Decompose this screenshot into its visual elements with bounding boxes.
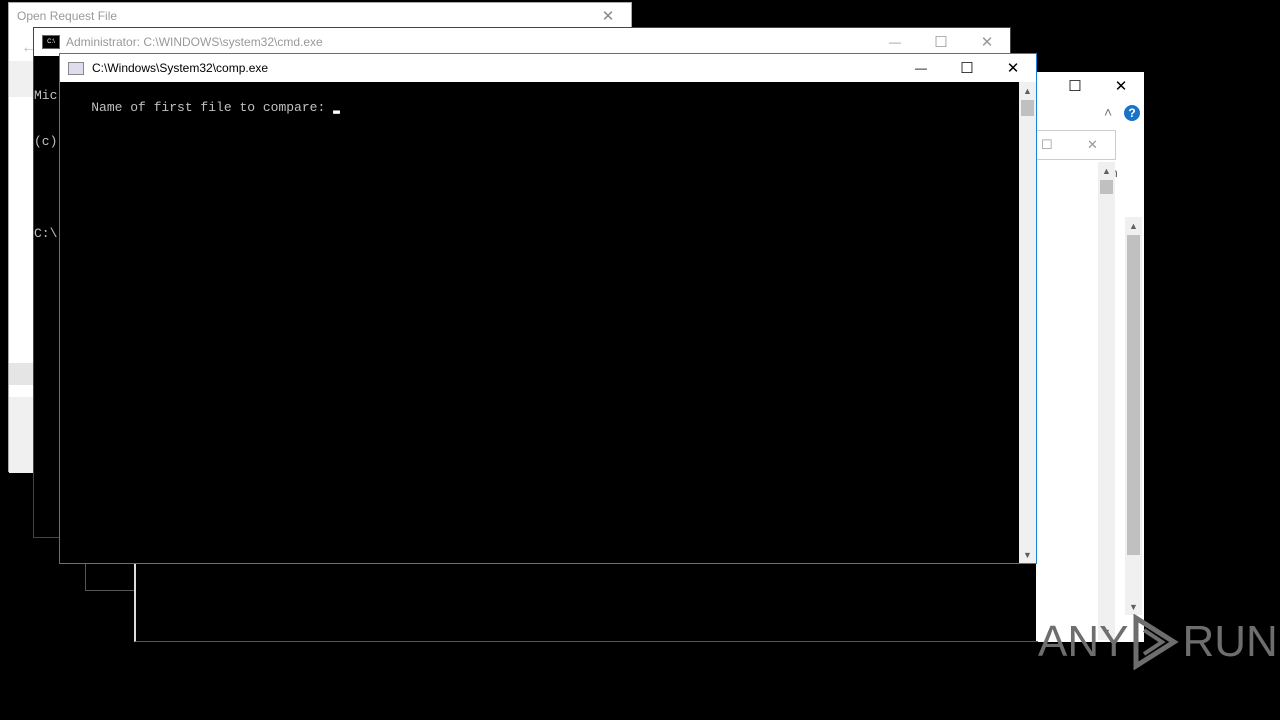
- open-request-title: Open Request File: [17, 9, 118, 23]
- comp-console[interactable]: Name of first file to compare: ▂: [60, 82, 1019, 563]
- cmd-title: Administrator: C:\WINDOWS\system32\cmd.e…: [66, 35, 323, 49]
- close-icon[interactable]: ✕: [585, 3, 631, 29]
- comp-scrollbar[interactable]: ▲ ▼: [1019, 82, 1036, 563]
- scroll-thumb[interactable]: [1100, 180, 1113, 194]
- text-cursor: ▂: [333, 103, 340, 115]
- inner-dialog-window: ☐ ✕ n ▲ ▼: [1036, 130, 1118, 640]
- maximize-icon[interactable]: ☐: [918, 28, 964, 56]
- chevron-up-icon[interactable]: ˄: [1104, 104, 1112, 120]
- maximize-icon[interactable]: ☐: [1041, 137, 1053, 153]
- inner-dialog-titlebar[interactable]: ☐ ✕: [1036, 130, 1116, 160]
- watermark-text-left: ANY: [1038, 617, 1129, 666]
- scroll-up-icon[interactable]: ▲: [1098, 162, 1115, 179]
- cmd-titlebar[interactable]: C:\ Administrator: C:\WINDOWS\system32\c…: [34, 28, 1010, 56]
- scroll-down-icon[interactable]: ▼: [1125, 598, 1142, 615]
- maximize-icon[interactable]: ☐: [1052, 72, 1098, 100]
- comp-title: C:\Windows\System32\comp.exe: [92, 61, 269, 75]
- close-icon[interactable]: ✕: [964, 28, 1010, 56]
- inner-dialog-scrollbar[interactable]: ▲ ▼: [1098, 162, 1115, 640]
- comp-window: C:\Windows\System32\comp.exe — ☐ ✕ Name …: [59, 53, 1037, 564]
- scroll-down-icon[interactable]: ▼: [1019, 546, 1036, 563]
- anyrun-watermark: ANY RUN: [1038, 614, 1278, 670]
- minimize-icon[interactable]: —: [898, 54, 944, 82]
- scroll-thumb[interactable]: [1127, 235, 1140, 555]
- close-icon[interactable]: ✕: [1087, 137, 1098, 153]
- close-icon[interactable]: ✕: [990, 54, 1036, 82]
- play-logo-icon: [1133, 614, 1180, 670]
- background-panel-left: [85, 560, 136, 591]
- close-icon[interactable]: ✕: [1098, 72, 1144, 100]
- comp-prompt: Name of first file to compare:: [91, 100, 334, 115]
- open-request-titlebar[interactable]: Open Request File ✕: [9, 3, 631, 29]
- help-icon[interactable]: ?: [1124, 105, 1140, 121]
- right-dialog-scrollbar[interactable]: ▲ ▼: [1125, 217, 1142, 615]
- scroll-thumb[interactable]: [1021, 100, 1034, 116]
- comp-app-icon: [68, 61, 84, 75]
- background-panel-bottom: [134, 560, 1038, 642]
- minimize-icon[interactable]: —: [872, 28, 918, 56]
- watermark-text-right: RUN: [1182, 617, 1278, 666]
- cmd-app-icon: C:\: [42, 35, 60, 49]
- scroll-up-icon[interactable]: ▲: [1019, 82, 1036, 99]
- comp-titlebar[interactable]: C:\Windows\System32\comp.exe — ☐ ✕: [60, 54, 1036, 82]
- scroll-up-icon[interactable]: ▲: [1125, 217, 1142, 234]
- maximize-icon[interactable]: ☐: [944, 54, 990, 82]
